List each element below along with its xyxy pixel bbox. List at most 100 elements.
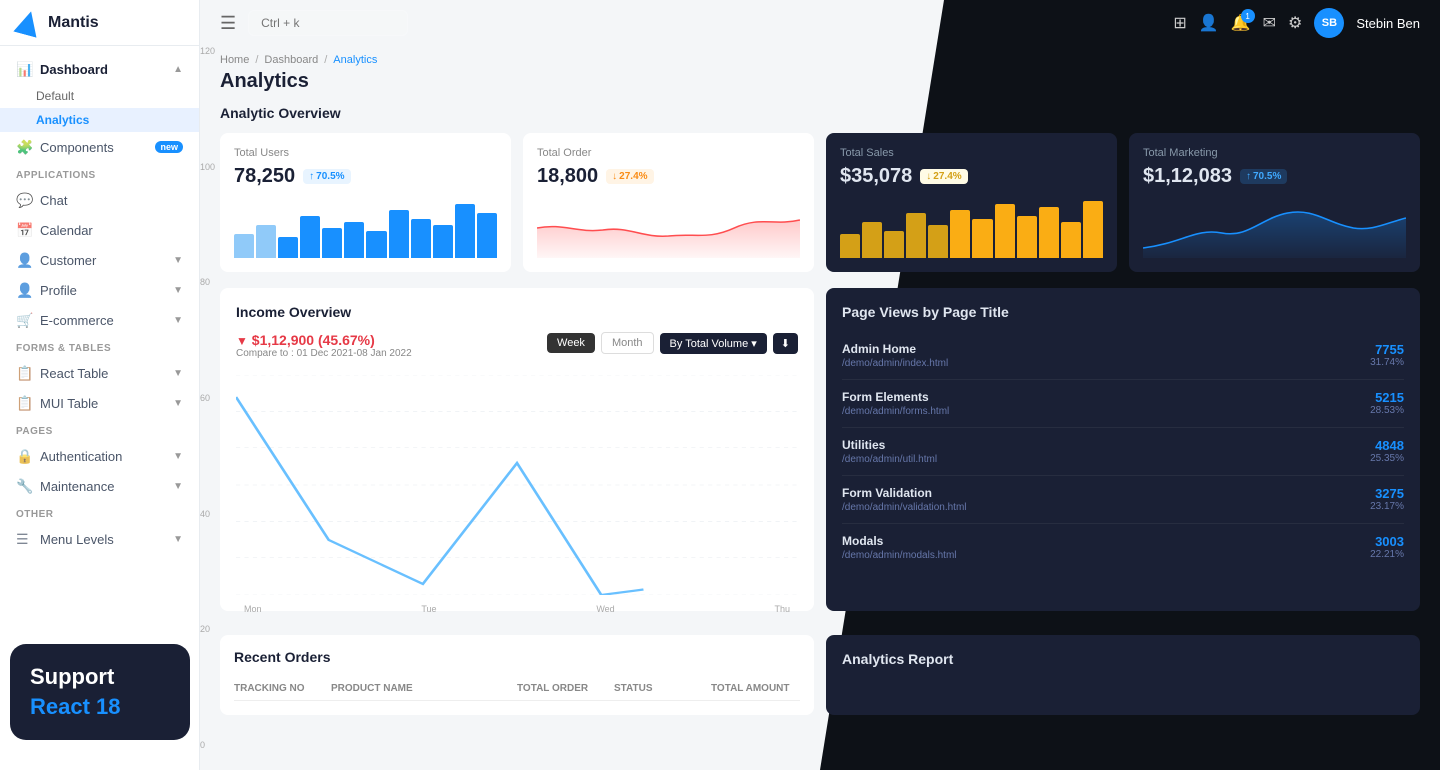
sidebar-item-authentication[interactable]: 🔒 Authentication ▼ — [0, 441, 199, 471]
maintenance-chevron: ▼ — [173, 481, 183, 492]
sidebar-item-mui-table[interactable]: 📋 MUI Table ▼ — [0, 388, 199, 418]
stat-value-marketing: $1,12,083 — [1143, 165, 1232, 188]
bar — [950, 210, 970, 258]
stat-card-sales: Total Sales $35,078 ↓ 27.4% — [826, 133, 1117, 272]
stat-card-users: Total Users 78,250 ↑ 70.5% — [220, 133, 511, 272]
sidebar-item-maintenance[interactable]: 🔧 Maintenance ▼ — [0, 471, 199, 501]
stat-badge-users: ↑ 70.5% — [303, 169, 350, 184]
sidebar-item-calendar[interactable]: 📅 Calendar — [0, 215, 199, 245]
stat-label-users: Total Users — [234, 147, 497, 159]
stat-badge-sales: ↓ 27.4% — [920, 169, 967, 184]
sidebar-item-default[interactable]: Default — [0, 84, 199, 108]
customer-chevron: ▼ — [173, 255, 183, 266]
pv-pct-1: 31.74% — [1370, 357, 1404, 368]
badge-arrow-marketing: ↑ — [1246, 171, 1251, 182]
stat-label-orders: Total Order — [537, 147, 800, 159]
sidebar-item-menu-levels[interactable]: ☰ Menu Levels ▼ — [0, 524, 199, 554]
volume-select-button[interactable]: By Total Volume ▾ — [660, 333, 767, 354]
income-compare: Compare to : 01 Dec 2021-08 Jan 2022 — [236, 348, 412, 359]
components-badge: new — [155, 141, 183, 153]
x-axis-light: Mon Tue Wed Thu — [236, 604, 798, 614]
menu-toggle-icon[interactable]: ☰ — [220, 13, 236, 34]
notification-icon[interactable]: 🔔 1 — [1231, 13, 1251, 33]
download-button[interactable]: ⬇ — [773, 333, 798, 354]
income-header: ▼ $1,12,900 (45.67%) Compare to : 01 Dec… — [236, 332, 798, 371]
sidebar: Mantis 📊 Dashboard ▲ Default Analytics 🧩… — [0, 0, 200, 770]
dashboard-chevron: ▲ — [173, 64, 183, 75]
stats-grid: Total Users 78,250 ↑ 70.5% — [220, 133, 1420, 272]
week-button[interactable]: Week — [547, 333, 595, 353]
sidebar-item-ecommerce[interactable]: 🛒 E-commerce ▼ — [0, 305, 199, 335]
mail-icon[interactable]: ✉ — [1263, 13, 1276, 33]
customer-icon: 👤 — [16, 252, 32, 268]
pv-right-5: 3003 22.21% — [1370, 534, 1404, 560]
page-views-title: Page Views by Page Title — [842, 304, 1404, 320]
income-section-title: Income Overview — [236, 304, 798, 320]
page-view-item-1: Admin Home /demo/admin/index.html 7755 3… — [842, 332, 1404, 380]
chat-icon: 💬 — [16, 192, 32, 208]
pv-url-5: /demo/admin/modals.html — [842, 550, 957, 561]
breadcrumb-current: Analytics — [333, 54, 377, 66]
sidebar-item-react-table[interactable]: 📋 React Table ▼ — [0, 358, 199, 388]
section-applications: Applications — [0, 162, 199, 185]
bar — [928, 225, 948, 258]
col-total-order: TOTAL ORDER — [517, 683, 606, 694]
support-react18-popup[interactable]: Support React 18 — [10, 644, 190, 740]
analytics-report-title: Analytics Report — [842, 651, 1404, 667]
user-switch-icon[interactable]: 👤 — [1199, 13, 1219, 33]
income-controls: Week Month By Total Volume ▾ ⬇ — [547, 332, 798, 354]
stat-label-marketing: Total Marketing — [1143, 147, 1406, 159]
auth-chevron: ▼ — [173, 451, 183, 462]
badge-arrow-orders: ↓ — [612, 171, 617, 182]
col-product: PRODUCT NAME — [331, 683, 509, 694]
menu-levels-chevron: ▼ — [173, 534, 183, 545]
sidebar-item-chat[interactable]: 💬 Chat — [0, 185, 199, 215]
breadcrumb-dashboard[interactable]: Dashboard — [264, 54, 318, 66]
stat-badge-orders: ↓ 27.4% — [606, 169, 653, 184]
ecommerce-label: E-commerce — [40, 313, 114, 328]
page-view-item-3: Utilities /demo/admin/util.html 4848 25.… — [842, 428, 1404, 476]
menu-levels-label: Menu Levels — [40, 532, 114, 547]
profile-icon: 👤 — [16, 282, 32, 298]
sidebar-item-components[interactable]: 🧩 Components new — [0, 132, 199, 162]
bar — [972, 219, 992, 258]
settings-icon[interactable]: ⚙ — [1288, 13, 1302, 33]
ecommerce-chevron: ▼ — [173, 315, 183, 326]
apps-icon[interactable]: ⊞ — [1173, 13, 1186, 33]
dashboard-icon: 📊 — [16, 61, 32, 77]
maintenance-label: Maintenance — [40, 479, 114, 494]
stat-badge-marketing: ↑ 70.5% — [1240, 169, 1287, 184]
calendar-label: Calendar — [40, 223, 93, 238]
two-col-section: Income Overview ▼ $1,12,900 (45.67%) Com… — [220, 288, 1420, 611]
pv-count-2: 5215 — [1370, 390, 1404, 405]
user-avatar[interactable]: SB — [1314, 8, 1344, 38]
stat-value-users: 78,250 — [234, 165, 295, 188]
header-search-input[interactable] — [248, 10, 408, 36]
customer-label: Customer — [40, 253, 96, 268]
month-button[interactable]: Month — [601, 332, 654, 354]
react-table-chevron: ▼ — [173, 368, 183, 379]
header-right: ⊞ 👤 🔔 1 ✉ ⚙ SB Stebin Ben — [1173, 8, 1420, 38]
table-header: TRACKING NO PRODUCT NAME TOTAL ORDER STA… — [234, 677, 800, 701]
sidebar-item-profile[interactable]: 👤 Profile ▼ — [0, 275, 199, 305]
bar — [1039, 207, 1059, 258]
area-chart-marketing — [1143, 198, 1406, 258]
chat-label: Chat — [40, 193, 67, 208]
sidebar-item-dashboard[interactable]: 📊 Dashboard ▲ — [0, 54, 199, 84]
sidebar-item-analytics[interactable]: Analytics — [0, 108, 199, 132]
main-content: ☰ ⊞ 👤 🔔 1 ✉ ⚙ SB Stebin Ben Home / Dashb… — [200, 0, 1440, 770]
stat-value-sales: $35,078 — [840, 165, 912, 188]
stat-value-row-users: 78,250 ↑ 70.5% — [234, 165, 497, 188]
user-name[interactable]: Stebin Ben — [1356, 16, 1420, 31]
y-axis-labels: 120 100 80 60 40 20 0 — [200, 46, 228, 750]
bar — [278, 237, 298, 258]
profile-label: Profile — [40, 283, 77, 298]
col-total-amount: TOTAL AMOUNT — [711, 683, 800, 694]
badge-arrow-users: ↑ — [309, 171, 314, 182]
components-icon: 🧩 — [16, 139, 32, 155]
pv-pct-3: 25.35% — [1370, 453, 1404, 464]
income-amount: $1,12,900 (45.67%) — [252, 332, 375, 348]
ecommerce-icon: 🛒 — [16, 312, 32, 328]
bar — [411, 219, 431, 258]
sidebar-item-customer[interactable]: 👤 Customer ▼ — [0, 245, 199, 275]
